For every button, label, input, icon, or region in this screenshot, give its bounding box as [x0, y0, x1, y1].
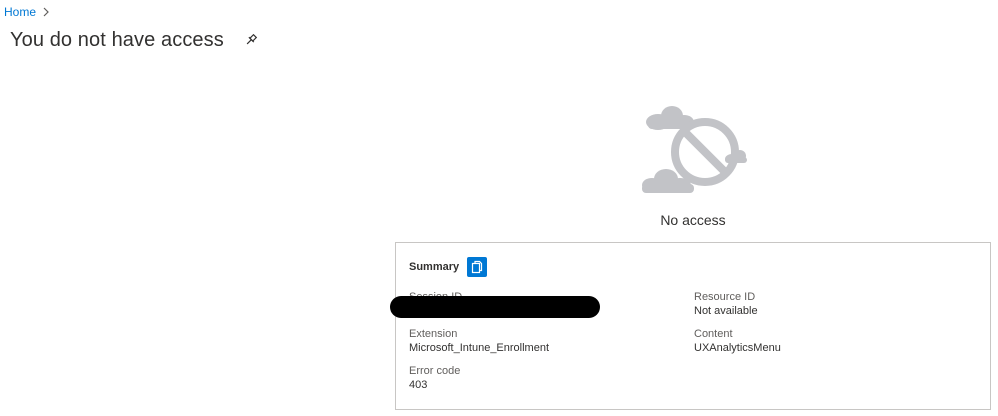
error-code-value: 403	[409, 379, 428, 391]
error-code-label: Error code	[409, 365, 461, 377]
page-header: You do not have access	[10, 26, 258, 54]
breadcrumb: Home	[4, 4, 50, 20]
resource-id-field: Resource ID Not available	[694, 290, 758, 318]
summary-header: Summary	[409, 257, 488, 277]
resource-id-value: Not available	[694, 305, 758, 317]
extension-value: Microsoft_Intune_Enrollment	[409, 342, 550, 354]
extension-field: Extension Microsoft_Intune_Enrollment	[409, 327, 549, 355]
chevron-right-icon	[42, 7, 50, 17]
copy-button[interactable]	[467, 257, 488, 277]
pin-icon[interactable]	[244, 33, 258, 47]
error-code-field: Error code 403	[409, 364, 460, 392]
resource-id-label: Resource ID	[694, 291, 756, 303]
prohibited-cloud-icon	[642, 106, 747, 193]
content-value: UXAnalyticsMenu	[694, 342, 781, 354]
summary-title: Summary	[409, 261, 460, 273]
no-access-illustration	[636, 100, 750, 200]
summary-panel: Summary Session ID Resource ID Not avail…	[390, 242, 991, 410]
page-title: You do not have access	[10, 28, 224, 51]
no-access-message: No access	[660, 212, 726, 228]
extension-label: Extension	[409, 328, 458, 340]
content-field: Content UXAnalyticsMenu	[694, 327, 781, 355]
breadcrumb-home-link[interactable]: Home	[4, 5, 36, 19]
redacted-session-id	[390, 296, 600, 318]
content-label: Content	[694, 328, 733, 340]
copy-icon	[472, 260, 483, 274]
